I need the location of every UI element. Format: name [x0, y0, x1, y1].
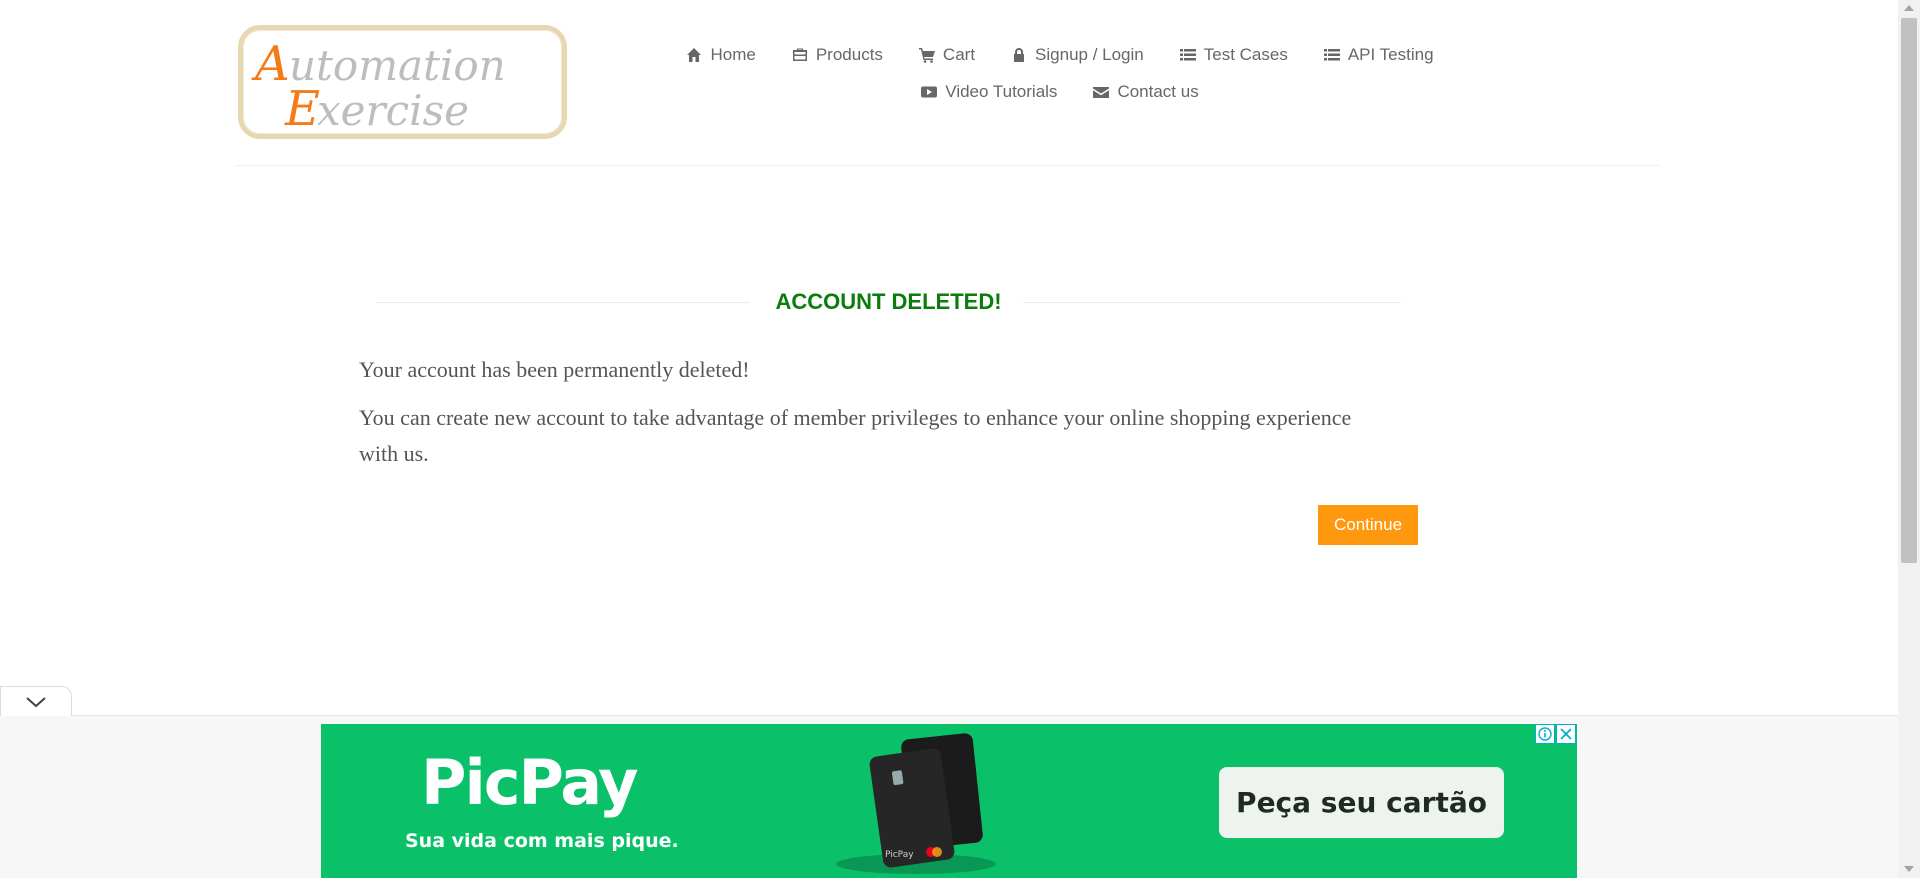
account-deleted-heading: ACCOUNT DELETED!	[376, 285, 1401, 319]
site-logo[interactable]: A utomation E xercise	[238, 25, 567, 139]
card-image: PicPay	[836, 733, 996, 874]
logo-letter-a: A	[251, 36, 290, 92]
nav-label-signup-login: Signup / Login	[1035, 44, 1144, 64]
ad-cta-button[interactable]: Peça seu cartão	[1219, 767, 1504, 838]
nav-row-2: Video Tutorials Contact us	[700, 73, 1420, 110]
logo-text-line1: utomation	[289, 41, 506, 90]
scroll-up-arrow-icon[interactable]	[1904, 5, 1914, 11]
page-scrollbar[interactable]	[1898, 0, 1920, 878]
home-icon	[687, 47, 702, 62]
nav-item-video-tutorials[interactable]: Video Tutorials	[921, 82, 1057, 102]
nav-item-contact-us[interactable]: Contact us	[1093, 81, 1199, 102]
nav-label-api-testing: API Testing	[1347, 44, 1434, 64]
main-nav: Home Products Cart Signup / Login Test C…	[687, 36, 1434, 110]
envelope-icon	[1093, 86, 1110, 98]
deleted-message: Your account has been permanently delete…	[359, 357, 750, 382]
header-divider	[235, 165, 1660, 166]
nav-item-cart[interactable]: Cart	[918, 44, 976, 65]
site-header: A utomation E xercise Home Products Cart…	[0, 0, 1898, 166]
nav-item-signup-login[interactable]: Signup / Login	[1011, 45, 1144, 65]
logo-letter-e: E	[284, 81, 320, 134]
briefcase-icon	[792, 48, 807, 61]
card-brand-text: PicPay	[885, 850, 914, 860]
nav-row-1: Home Products Cart Signup / Login Test C…	[687, 36, 1434, 73]
nav-item-test-cases[interactable]: Test Cases	[1179, 44, 1288, 65]
nav-item-products[interactable]: Products	[792, 45, 883, 65]
ad-collapse-toggle[interactable]	[0, 686, 72, 716]
nav-label-video-tutorials: Video Tutorials	[945, 81, 1058, 101]
ad-brand-logo: PicPay	[421, 746, 639, 819]
continue-button[interactable]: Continue	[1318, 505, 1418, 545]
nav-item-home[interactable]: Home	[686, 44, 756, 65]
list-icon	[1179, 48, 1196, 60]
ad-close-button[interactable]	[1556, 724, 1576, 744]
cart-icon	[918, 47, 935, 63]
nav-item-api-testing[interactable]: API Testing	[1323, 44, 1434, 65]
info-icon	[1538, 727, 1552, 741]
picpay-ad-banner[interactable]: PicPay Sua vida com mais pique. PicPay P…	[321, 724, 1577, 878]
ad-info-icon[interactable]	[1535, 724, 1555, 744]
nav-label-test-cases: Test Cases	[1203, 44, 1288, 64]
close-icon	[1560, 728, 1572, 740]
logo-text-line2: xercise	[317, 86, 469, 134]
lock-icon	[1014, 47, 1025, 62]
info-message: You can create new account to take advan…	[359, 405, 1352, 466]
scrollbar-thumb[interactable]	[1901, 18, 1917, 563]
nav-label-cart: Cart	[942, 44, 976, 64]
nav-label-home: Home	[710, 44, 756, 64]
list-icon	[1323, 48, 1340, 60]
ad-tagline: Sua vida com mais pique.	[405, 830, 679, 852]
scroll-down-arrow-icon[interactable]	[1904, 866, 1914, 872]
youtube-icon	[921, 86, 938, 97]
nav-label-products: Products	[815, 44, 883, 64]
nav-label-contact-us: Contact us	[1117, 81, 1199, 101]
chevron-down-icon	[26, 696, 46, 707]
page-title: ACCOUNT DELETED!	[775, 289, 1002, 314]
logo-graphic: A utomation E xercise	[251, 36, 506, 134]
